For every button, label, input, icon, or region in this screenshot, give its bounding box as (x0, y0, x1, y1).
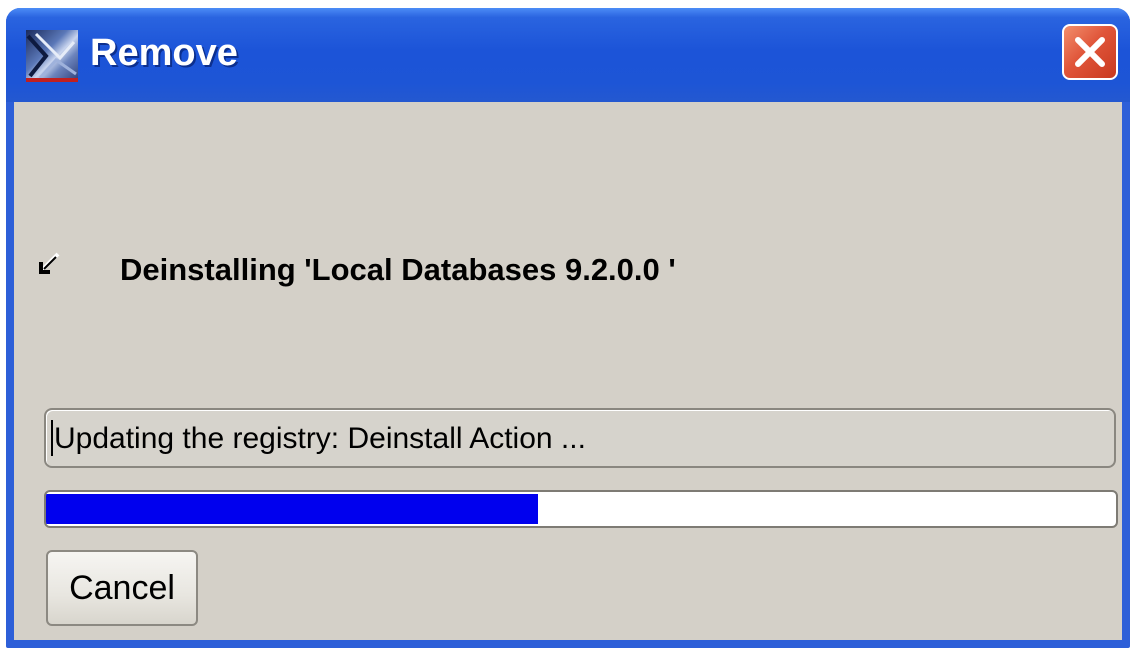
status-field: Updating the registry: Deinstall Action … (44, 408, 1116, 468)
dialog-body: Deinstalling 'Local Databases 9.2.0.0 ' … (14, 102, 1122, 640)
deinstall-heading: Deinstalling 'Local Databases 9.2.0.0 ' (120, 252, 676, 287)
title-bar[interactable]: Remove (6, 8, 1130, 102)
cancel-button[interactable]: Cancel (46, 550, 198, 626)
oracle-installer-icon (26, 30, 78, 82)
close-icon (1075, 37, 1105, 67)
text-caret (51, 420, 53, 456)
progress-bar (44, 490, 1118, 528)
window-title: Remove (90, 32, 238, 74)
busy-indicator-icon (39, 252, 60, 274)
progress-fill (46, 494, 538, 524)
remove-dialog: Remove Deinstalling 'Local Databases 9.2… (6, 8, 1130, 648)
status-text: Updating the registry: Deinstall Action … (54, 422, 586, 455)
close-button[interactable] (1062, 24, 1118, 80)
